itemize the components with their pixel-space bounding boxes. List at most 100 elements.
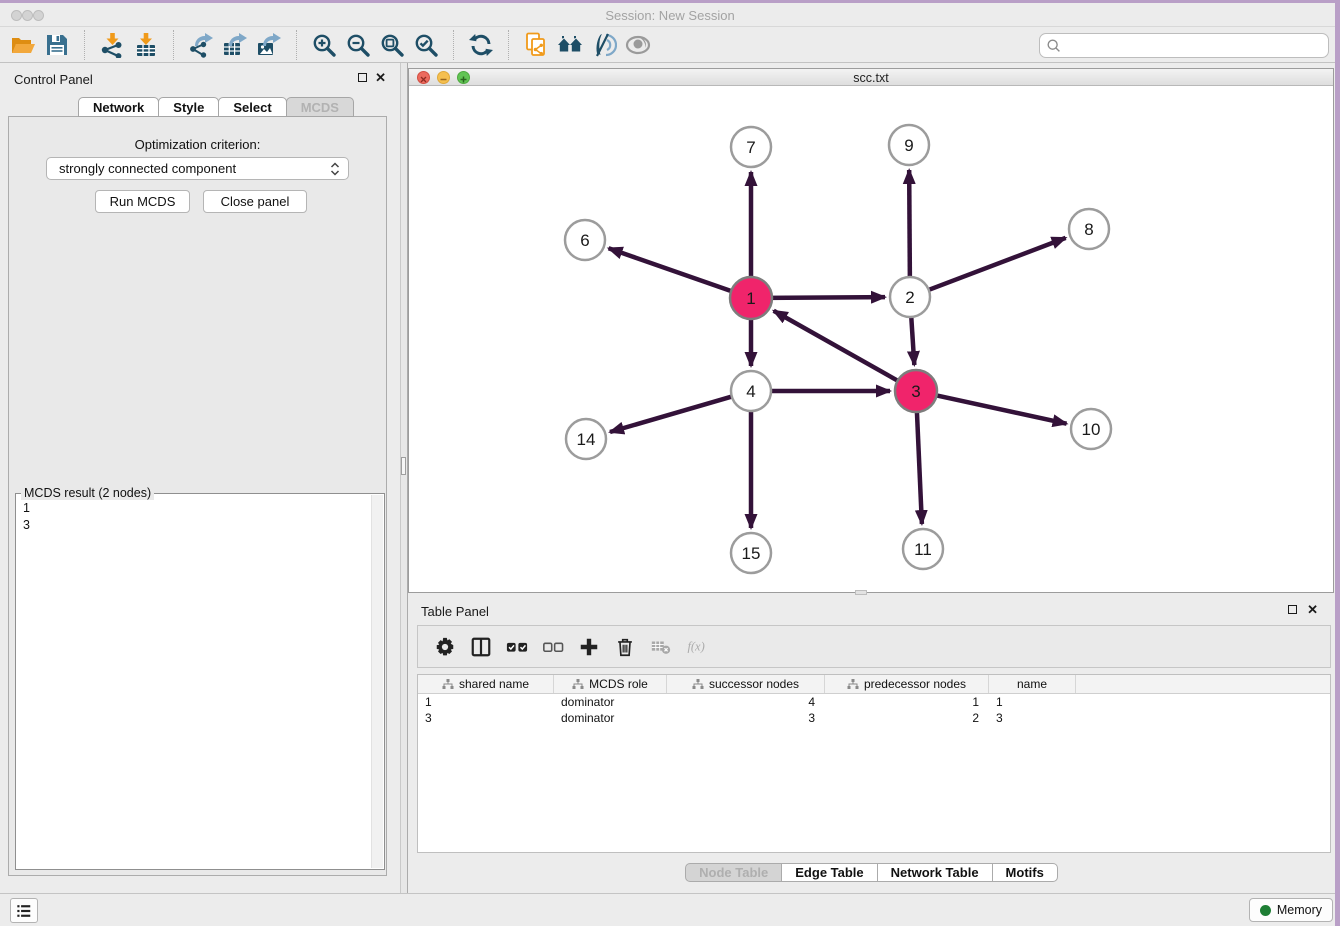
graph-node-1[interactable]: 1 <box>730 277 772 319</box>
table-cell: 1 <box>989 694 1076 710</box>
tab-style[interactable]: Style <box>158 97 219 117</box>
divider-handle-horizontal[interactable] <box>855 590 867 595</box>
optimization-criterion-select[interactable]: strongly connected component <box>46 157 349 180</box>
mcds-panel: Optimization criterion: strongly connect… <box>8 116 387 876</box>
window-accent-strip <box>0 0 1340 3</box>
tab-mcds[interactable]: MCDS <box>286 97 354 117</box>
toolbar-separator <box>173 30 174 60</box>
float-table-panel-icon[interactable] <box>1288 605 1297 614</box>
table-cell: dominator <box>554 694 667 710</box>
mcds-result-list[interactable]: 1 3 <box>16 494 384 534</box>
network-canvas[interactable]: 7 9 6 8 1 2 4 3 14 10 15 11 <box>409 87 1333 592</box>
graph-edge-3-11[interactable] <box>917 408 922 524</box>
table-cell: 3 <box>667 710 825 726</box>
tab-motifs[interactable]: Motifs <box>992 863 1058 882</box>
tab-edge-table[interactable]: Edge Table <box>781 863 877 882</box>
column-header-predecessor-nodes[interactable]: predecessor nodes <box>825 675 989 693</box>
add-column-icon[interactable] <box>574 632 604 662</box>
tab-node-table[interactable]: Node Table <box>685 863 782 882</box>
graph-node-8[interactable]: 8 <box>1069 209 1109 249</box>
toolbar-separator <box>453 30 454 60</box>
svg-text:9: 9 <box>904 136 913 155</box>
show-columns-icon[interactable] <box>466 632 496 662</box>
zoom-out-icon[interactable] <box>341 29 375 61</box>
select-all-columns-icon[interactable] <box>502 632 532 662</box>
zoom-fit-icon[interactable] <box>375 29 409 61</box>
tab-network-table[interactable]: Network Table <box>877 863 993 882</box>
column-header-successor-nodes[interactable]: successor nodes <box>667 675 825 693</box>
search-icon <box>1045 37 1063 55</box>
network-window-title: scc.txt <box>409 71 1333 85</box>
svg-text:f(x): f(x) <box>687 639 704 653</box>
graph-node-11[interactable]: 11 <box>903 529 943 569</box>
import-network-icon[interactable] <box>95 29 129 61</box>
memory-button[interactable]: Memory <box>1249 898 1333 922</box>
table-cell: 4 <box>667 694 825 710</box>
close-panel-button[interactable]: Close panel <box>203 190 307 213</box>
birds-eye-view-icon <box>621 29 655 61</box>
graph-edge-2-9[interactable] <box>909 170 910 281</box>
export-table-icon[interactable] <box>218 29 252 61</box>
window-accent-strip-right <box>1335 0 1340 926</box>
graph-node-9[interactable]: 9 <box>889 125 929 165</box>
export-network-icon[interactable] <box>184 29 218 61</box>
graph-node-10[interactable]: 10 <box>1071 409 1111 449</box>
column-header-shared-name[interactable]: shared name <box>418 675 554 693</box>
table-cell: 2 <box>825 710 989 726</box>
scrollbar[interactable] <box>371 495 383 868</box>
mcds-result-title: MCDS result (2 nodes) <box>21 486 154 500</box>
graph-edge-2-3[interactable] <box>911 313 914 365</box>
apply-layout-icon[interactable] <box>464 29 498 61</box>
svg-text:3: 3 <box>911 382 920 401</box>
graph-node-14[interactable]: 14 <box>566 419 606 459</box>
zoom-in-icon[interactable] <box>307 29 341 61</box>
mcds-result-box: MCDS result (2 nodes) 1 3 <box>15 493 385 870</box>
graph-node-2[interactable]: 2 <box>890 277 930 317</box>
delete-columns-icon[interactable] <box>610 632 640 662</box>
close-panel-icon[interactable]: ✕ <box>375 72 386 84</box>
save-session-icon[interactable] <box>40 29 74 61</box>
graph-edge-1-6[interactable] <box>609 248 735 292</box>
table-tabs: Node TableEdge TableNetwork TableMotifs <box>408 863 1334 882</box>
task-history-button[interactable] <box>10 898 38 923</box>
new-network-from-selection-icon[interactable] <box>519 29 553 61</box>
panel-divider-vertical[interactable] <box>400 63 408 893</box>
divider-handle[interactable] <box>401 457 406 475</box>
tab-network[interactable]: Network <box>78 97 159 117</box>
open-session-icon[interactable] <box>6 29 40 61</box>
column-header-name[interactable]: name <box>989 675 1076 693</box>
graph-edge-1-2[interactable] <box>768 297 885 298</box>
column-header-mcds-role[interactable]: MCDS role <box>554 675 667 693</box>
graph-edge-3-10[interactable] <box>933 395 1067 424</box>
graph-edge-3-1[interactable] <box>774 311 902 383</box>
graph-edge-2-8[interactable] <box>925 238 1066 291</box>
float-panel-icon[interactable] <box>358 73 367 82</box>
table-options-icon[interactable] <box>430 632 460 662</box>
toolbar-separator <box>296 30 297 60</box>
deselect-all-columns-icon[interactable] <box>538 632 568 662</box>
graphics-details-icon[interactable] <box>587 29 621 61</box>
column-flow-icon <box>692 678 704 690</box>
graph-edge-4-14[interactable] <box>610 395 736 432</box>
run-mcds-button[interactable]: Run MCDS <box>95 190 190 213</box>
import-table-icon[interactable] <box>129 29 163 61</box>
optimization-criterion-label: Optimization criterion: <box>9 137 386 152</box>
graph-node-15[interactable]: 15 <box>731 533 771 573</box>
graph-node-3[interactable]: 3 <box>895 370 937 412</box>
zoom-selected-icon[interactable] <box>409 29 443 61</box>
search-input[interactable] <box>1063 36 1328 56</box>
graph-node-4[interactable]: 4 <box>731 371 771 411</box>
close-table-panel-icon[interactable]: ✕ <box>1307 604 1318 616</box>
network-window-titlebar[interactable]: scc.txt <box>409 69 1333 86</box>
toolbar-separator <box>84 30 85 60</box>
first-neighbors-icon[interactable] <box>553 29 587 61</box>
graph-node-7[interactable]: 7 <box>731 127 771 167</box>
graph-node-6[interactable]: 6 <box>565 220 605 260</box>
svg-text:10: 10 <box>1082 420 1101 439</box>
export-image-icon[interactable] <box>252 29 286 61</box>
table-row[interactable]: 3dominator323 <box>418 710 1330 726</box>
list-icon <box>14 901 34 921</box>
column-label: shared name <box>459 677 529 691</box>
table-row[interactable]: 1dominator411 <box>418 694 1330 710</box>
tab-select[interactable]: Select <box>218 97 286 117</box>
